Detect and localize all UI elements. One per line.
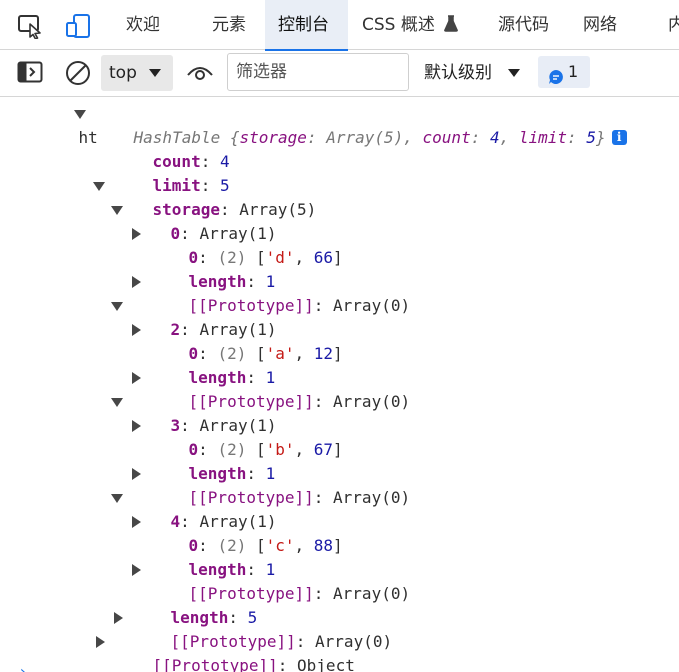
console-toolbar: top 默认级别 1 (0, 51, 679, 97)
expand-triangle-icon[interactable] (132, 276, 141, 288)
tab-sources[interactable]: 源代码 (498, 0, 549, 50)
console-output: ht HashTable {storage: Array(5), count: … (0, 98, 679, 672)
expand-triangle-icon[interactable] (132, 372, 141, 384)
prototype-row[interactable]: [[Prototype]]: Array(0) (114, 606, 392, 651)
sidebar-toggle-icon[interactable] (17, 61, 43, 87)
property-row[interactable]: limit: 5 (114, 150, 230, 195)
context-select[interactable]: top (101, 55, 173, 91)
property-row[interactable]: length: 1 (150, 534, 276, 579)
message-count-button[interactable]: 1 (538, 56, 590, 88)
property-row-storage[interactable]: storage: Array(5) (93, 174, 316, 219)
entry-row[interactable]: 0: (2) ['d', 66] (132, 222, 343, 267)
tab-console[interactable]: 控制台 (265, 0, 348, 51)
chevron-down-icon (149, 69, 161, 77)
expand-triangle-icon[interactable] (132, 228, 141, 240)
eye-icon[interactable] (186, 63, 214, 87)
prototype-row[interactable]: [[Prototype]]: Array(0) (132, 558, 410, 603)
log-level-value: 默认级别 (424, 63, 492, 83)
prototype-row[interactable]: [[Prototype]]: Array(0) (132, 270, 410, 315)
collapse-triangle-icon[interactable] (111, 398, 123, 407)
prototype-row[interactable]: [[Prototype]]: Object (96, 630, 355, 672)
prototype-row[interactable]: [[Prototype]]: Array(0) (132, 462, 410, 507)
log-level-select[interactable]: 默认级别 (420, 55, 528, 91)
message-icon (548, 64, 564, 96)
expand-triangle-icon[interactable] (132, 324, 141, 336)
collapse-triangle-icon[interactable] (111, 302, 123, 311)
tab-network[interactable]: 网络 (583, 0, 617, 50)
clear-console-icon[interactable] (65, 60, 91, 90)
object-summary-row[interactable]: HashTable {storage: Array(5), count: 4, … (74, 102, 627, 147)
expand-triangle-icon[interactable] (96, 636, 105, 648)
bucket-row[interactable]: 4: Array(1) (111, 486, 277, 531)
collapse-triangle-icon[interactable] (74, 110, 86, 119)
chevron-down-icon (508, 69, 520, 77)
flask-icon (444, 2, 459, 52)
filter-input[interactable] (227, 53, 409, 91)
inspect-icon[interactable] (17, 13, 43, 40)
tab-css-overview[interactable]: CSS 概述 (362, 0, 459, 52)
console-prompt[interactable]: › (18, 662, 28, 672)
property-row[interactable]: length: 1 (150, 438, 276, 483)
bucket-row[interactable]: 0: Array(1) (111, 198, 277, 243)
devtools-tab-bar: 欢迎 元素 控制台 CSS 概述 源代码 网络 内 (0, 0, 679, 52)
prototype-row[interactable]: [[Prototype]]: Array(0) (132, 366, 410, 411)
tab-welcome[interactable]: 欢迎 (126, 0, 160, 50)
property-row[interactable]: length: 5 (132, 582, 258, 627)
tab-css-overview-label: CSS 概述 (362, 15, 435, 35)
collapse-triangle-icon[interactable] (111, 206, 123, 215)
bucket-row[interactable]: 2: Array(1) (111, 294, 277, 339)
entry-row[interactable]: 0: (2) ['b', 67] (132, 414, 343, 459)
info-icon[interactable]: i (611, 130, 627, 145)
entry-row[interactable]: 0: (2) ['a', 12] (132, 318, 343, 363)
expand-triangle-icon[interactable] (132, 516, 141, 528)
property-row[interactable]: length: 1 (150, 342, 276, 387)
property-row[interactable]: length: 1 (150, 246, 276, 291)
tab-console-label: 控制台 (278, 15, 329, 35)
expand-triangle-icon[interactable] (114, 612, 123, 624)
expand-triangle-icon[interactable] (132, 420, 141, 432)
context-select-value: top (109, 63, 137, 83)
collapse-triangle-icon[interactable] (111, 494, 123, 503)
message-count: 1 (568, 62, 579, 81)
tab-more[interactable]: 内 (668, 0, 679, 50)
expand-triangle-icon[interactable] (132, 564, 141, 576)
property-row[interactable]: count: 4 (114, 126, 230, 171)
entry-row[interactable]: 0: (2) ['c', 88] (132, 510, 343, 555)
collapse-triangle-icon[interactable] (93, 182, 105, 191)
bucket-row[interactable]: 3: Array(1) (111, 390, 277, 435)
expand-triangle-icon[interactable] (132, 468, 141, 480)
tab-elements[interactable]: 元素 (212, 0, 246, 50)
device-toolbar-icon[interactable] (65, 13, 91, 39)
